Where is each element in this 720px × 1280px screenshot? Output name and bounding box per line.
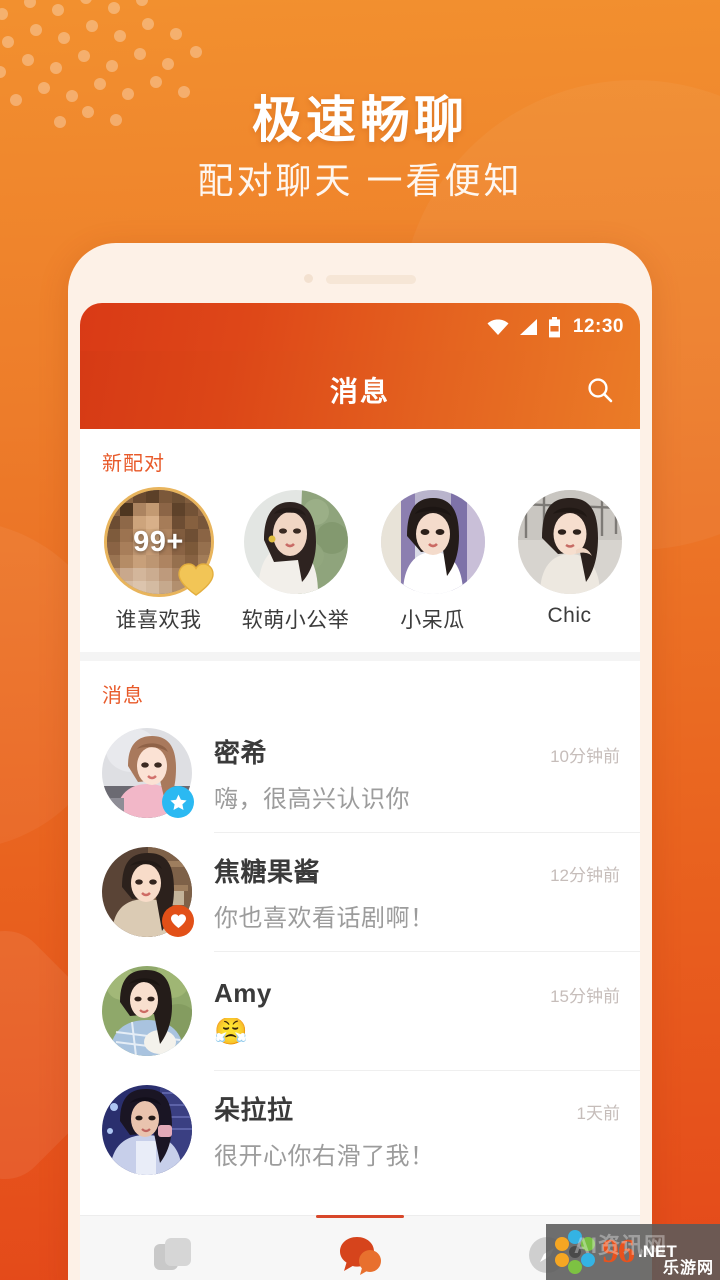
new-matches-section: 新配对 99+ 谁喜欢我 软萌小公举 小呆瓜 Chic — [80, 429, 640, 652]
messages-section: 消息 — [80, 661, 640, 714]
avatar-portrait-image — [517, 490, 622, 594]
front-camera-icon — [304, 274, 313, 283]
message-row[interactable]: 焦糖果酱 12分钟前 你也喜欢看话剧啊！ — [80, 833, 640, 951]
promo-headline: 极速畅聊 — [252, 92, 468, 148]
phone-bezel-top — [80, 255, 640, 303]
section-divider — [80, 652, 640, 661]
message-header: Amy 15分钟前 — [214, 978, 620, 1009]
match-avatar-wrapper — [243, 490, 348, 594]
message-timestamp: 15分钟前 — [550, 986, 620, 1006]
avatar — [102, 847, 194, 937]
chat-bubbles-icon — [340, 1236, 381, 1275]
message-row[interactable]: 密希 10分钟前 嗨，很高兴认识你 — [80, 714, 640, 832]
message-row[interactable]: 朵拉拉 1天前 很开心你右滑了我！ — [80, 1071, 640, 1189]
avatar-portrait-image — [380, 490, 485, 594]
page-title: 消息 — [329, 376, 390, 407]
message-row[interactable]: Amy 15分钟前 😤 — [80, 952, 640, 1070]
avatar-photo — [380, 490, 485, 594]
avatar — [102, 1085, 192, 1175]
match-item-label: 软萌小公举 — [241, 609, 350, 632]
avatar-photo — [102, 966, 192, 1056]
message-list: 密希 10分钟前 嗨，很高兴认识你 焦糖果酱 12分钟前 你也喜欢看话剧啊！ A… — [80, 714, 640, 1189]
avatar-photo — [243, 490, 348, 594]
app-bar: 消息 — [80, 351, 640, 429]
message-preview: 你也喜欢看话剧啊！ — [214, 904, 435, 932]
site-watermark: 96 .NET AI资讯网 乐游网 — [546, 1224, 720, 1280]
avatar — [102, 966, 192, 1056]
message-sender-name: 朵拉拉 — [214, 1094, 294, 1125]
message-preview: 很开心你右滑了我！ — [214, 1142, 435, 1170]
match-heart-badge — [162, 905, 194, 937]
heart-icon — [170, 914, 186, 928]
nav-item-messages[interactable] — [267, 1215, 454, 1280]
message-sender-name: Amy — [214, 977, 272, 1008]
avatar-portrait-image — [243, 490, 348, 594]
message-preview: 嗨，很高兴认识你 — [214, 785, 410, 813]
verified-star-badge — [162, 786, 194, 818]
phone-screen: 12:30 消息 新配对 99+ 谁喜欢我 软萌小公举 小呆瓜 Chic 消息 … — [80, 303, 640, 1280]
watermark-site-name: 乐游网 — [662, 1260, 714, 1277]
promo-banner: 极速畅聊 配对聊天 一看便知 12:30 消息 新配对 99+ 谁喜欢我 软萌小… — [0, 0, 720, 1280]
promo-subheadline: 配对聊天 一看便知 — [197, 160, 523, 201]
message-header: 朵拉拉 1天前 — [214, 1090, 620, 1127]
message-timestamp: 1天前 — [576, 1103, 620, 1123]
new-matches-strip[interactable]: 99+ 谁喜欢我 软萌小公举 小呆瓜 Chic — [80, 476, 640, 646]
match-avatar-wrapper — [517, 490, 622, 594]
match-item-label: 谁喜欢我 — [115, 609, 202, 632]
phone-mockup: 12:30 消息 新配对 99+ 谁喜欢我 软萌小公举 小呆瓜 Chic 消息 … — [68, 243, 652, 1280]
message-timestamp: 10分钟前 — [550, 746, 620, 766]
cards-stack-icon — [154, 1237, 192, 1270]
wifi-icon — [487, 319, 509, 335]
avatar-portrait-image — [102, 966, 192, 1056]
message-content: 朵拉拉 1天前 很开心你右滑了我！ — [214, 1090, 620, 1171]
cellular-signal-icon — [519, 319, 537, 335]
messages-title: 消息 — [102, 685, 144, 707]
message-content: Amy 15分钟前 😤 — [214, 978, 620, 1045]
message-preview: 😤 — [214, 1017, 249, 1045]
avatar-photo — [102, 1085, 192, 1175]
battery-icon — [548, 316, 560, 337]
match-avatar-wrapper — [380, 490, 485, 594]
status-bar: 12:30 — [80, 303, 640, 351]
search-button[interactable] — [580, 370, 620, 410]
nav-item-cards[interactable] — [80, 1216, 267, 1280]
avatar-portrait-image — [102, 1085, 192, 1175]
message-sender-name: 焦糖果酱 — [214, 856, 321, 887]
star-icon — [169, 794, 187, 810]
match-item-who-likes-me[interactable]: 99+ 谁喜欢我 — [102, 490, 215, 634]
status-bar-clock: 12:30 — [572, 316, 624, 337]
new-matches-title: 新配对 — [102, 453, 165, 475]
watermark-overlay-text: AI资讯网 — [574, 1233, 668, 1258]
match-item-ruanmeng[interactable]: 软萌小公举 — [239, 490, 352, 634]
avatar-photo — [517, 490, 622, 594]
match-item-xiaodaigua[interactable]: 小呆瓜 — [376, 490, 489, 634]
message-sender-name: 密希 — [214, 737, 268, 768]
message-header: 焦糖果酱 12分钟前 — [214, 852, 620, 889]
message-content: 密希 10分钟前 嗨，很高兴认识你 — [214, 733, 620, 814]
match-item-chic[interactable]: Chic — [513, 490, 626, 628]
earpiece-speaker — [326, 275, 416, 284]
match-item-label: 小呆瓜 — [400, 609, 465, 632]
message-timestamp: 12分钟前 — [550, 865, 620, 885]
message-content: 焦糖果酱 12分钟前 你也喜欢看话剧啊！ — [214, 852, 620, 933]
gold-heart-icon — [177, 563, 214, 596]
match-item-label: Chic — [547, 604, 592, 627]
search-icon — [588, 378, 613, 403]
message-header: 密希 10分钟前 — [214, 733, 620, 770]
match-avatar-wrapper: 99+ — [106, 490, 214, 596]
active-tab-indicator — [316, 1215, 404, 1218]
avatar — [102, 728, 194, 818]
